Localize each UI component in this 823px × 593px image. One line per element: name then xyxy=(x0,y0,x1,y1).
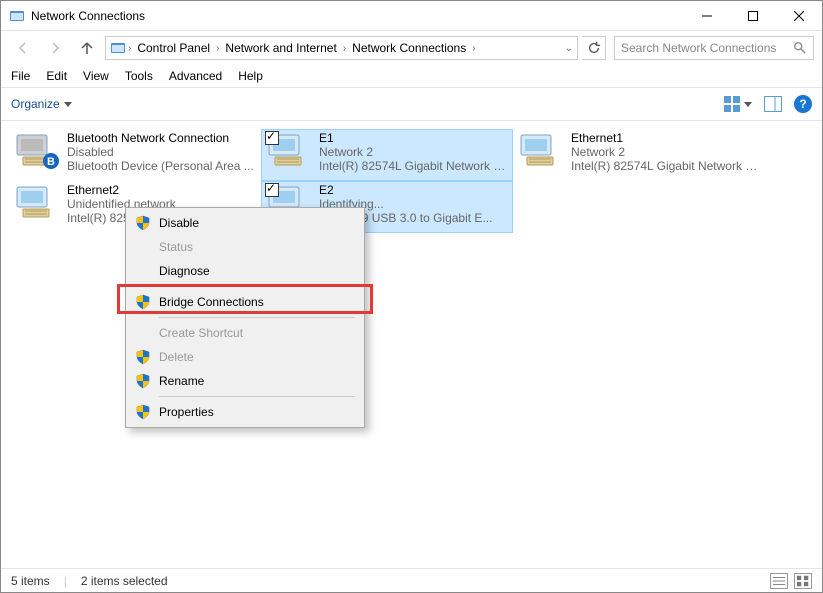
status-selected: 2 items selected xyxy=(81,574,168,588)
context-menu-item[interactable]: Rename xyxy=(129,369,361,393)
connection-name: E2 xyxy=(319,183,509,197)
close-button[interactable] xyxy=(776,1,822,31)
context-menu: Disable Status Diagnose Bridge Connections… xyxy=(125,207,365,428)
breadcrumb-seg-1[interactable]: Network and Internet xyxy=(221,41,340,55)
content-area: B Bluetooth Network Connection Disabled … xyxy=(1,121,822,573)
connection-status: Disabled xyxy=(67,145,257,159)
context-menu-item[interactable]: Bridge Connections xyxy=(129,290,361,314)
window-controls xyxy=(684,1,822,31)
command-bar: Organize ? xyxy=(1,87,822,121)
connection-name: Bluetooth Network Connection xyxy=(67,131,257,145)
large-icons-view-button[interactable] xyxy=(794,573,812,589)
context-menu-item: Delete xyxy=(129,345,361,369)
status-bar: 5 items | 2 items selected xyxy=(1,568,822,592)
menu-separator xyxy=(159,286,355,287)
search-input[interactable]: Search Network Connections xyxy=(614,36,814,60)
refresh-button[interactable] xyxy=(582,36,606,60)
connection-name: Ethernet2 xyxy=(67,183,257,197)
menu-separator xyxy=(159,317,355,318)
minimize-button[interactable] xyxy=(684,1,730,31)
shield-icon xyxy=(135,215,151,231)
chevron-right-icon: › xyxy=(472,43,475,54)
connection-status: Network 2 xyxy=(319,145,509,159)
chevron-right-icon: › xyxy=(128,43,131,54)
maximize-button[interactable] xyxy=(730,1,776,31)
preview-pane-button[interactable] xyxy=(764,96,782,112)
shield-icon xyxy=(135,294,151,310)
adapter-icon xyxy=(517,131,565,171)
forward-button[interactable] xyxy=(41,34,69,62)
context-menu-label: Bridge Connections xyxy=(159,295,264,309)
shield-icon xyxy=(135,349,151,365)
svg-text:B: B xyxy=(47,156,55,168)
context-menu-label: Delete xyxy=(159,350,194,364)
adapter-icon xyxy=(13,183,61,223)
status-count: 5 items xyxy=(11,574,50,588)
address-dropdown-icon[interactable]: ⌄ xyxy=(565,43,573,54)
chevron-right-icon: › xyxy=(343,43,346,54)
breadcrumb-seg-0[interactable]: Control Panel xyxy=(133,41,214,55)
context-menu-label: Create Shortcut xyxy=(159,326,243,340)
menubar: File Edit View Tools Advanced Help xyxy=(1,65,822,87)
window-title: Network Connections xyxy=(31,9,684,23)
connection-device: Bluetooth Device (Personal Area ... xyxy=(67,159,257,173)
details-view-button[interactable] xyxy=(770,573,788,589)
help-icon[interactable]: ? xyxy=(794,95,812,113)
menu-file[interactable]: File xyxy=(11,69,30,83)
connection-name: Ethernet1 xyxy=(571,131,761,145)
context-menu-label: Properties xyxy=(159,405,214,419)
connection-name: E1 xyxy=(319,131,509,145)
context-menu-item: Status xyxy=(129,235,361,259)
chevron-down-icon xyxy=(744,102,752,107)
back-button[interactable] xyxy=(9,34,37,62)
connection-device: Intel(R) 82574L Gigabit Network C... xyxy=(571,159,761,173)
organize-label: Organize xyxy=(11,97,60,111)
chevron-down-icon xyxy=(64,102,72,107)
search-placeholder: Search Network Connections xyxy=(621,41,793,55)
organize-button[interactable]: Organize xyxy=(11,97,72,111)
adapter-icon xyxy=(265,131,313,171)
context-menu-label: Disable xyxy=(159,216,199,230)
checkbox-icon xyxy=(265,131,279,145)
context-menu-label: Diagnose xyxy=(159,264,210,278)
context-menu-item: Create Shortcut xyxy=(129,321,361,345)
address-bar: › Control Panel › Network and Internet ›… xyxy=(1,31,822,65)
breadcrumb-seg-2[interactable]: Network Connections xyxy=(348,41,470,55)
context-menu-item[interactable]: Disable xyxy=(129,211,361,235)
connection-item[interactable]: Ethernet1 Network 2 Intel(R) 82574L Giga… xyxy=(513,129,765,181)
window-icon xyxy=(9,8,25,24)
menu-advanced[interactable]: Advanced xyxy=(169,69,222,83)
adapter-icon: B xyxy=(13,131,61,171)
connection-status: Network 2 xyxy=(571,145,761,159)
breadcrumb-icon xyxy=(110,40,126,56)
chevron-right-icon: › xyxy=(216,43,219,54)
up-button[interactable] xyxy=(73,34,101,62)
breadcrumb[interactable]: › Control Panel › Network and Internet ›… xyxy=(105,36,578,60)
search-icon xyxy=(793,41,807,55)
titlebar: Network Connections xyxy=(1,1,822,31)
context-menu-item[interactable]: Diagnose xyxy=(129,259,361,283)
menu-view[interactable]: View xyxy=(83,69,109,83)
connection-device: Intel(R) 82574L Gigabit Network C... xyxy=(319,159,509,173)
menu-separator xyxy=(159,396,355,397)
context-menu-label: Rename xyxy=(159,374,204,388)
context-menu-label: Status xyxy=(159,240,193,254)
connection-item[interactable]: E1 Network 2 Intel(R) 82574L Gigabit Net… xyxy=(261,129,513,181)
checkbox-icon xyxy=(265,183,279,197)
context-menu-item[interactable]: Properties xyxy=(129,400,361,424)
connection-item[interactable]: B Bluetooth Network Connection Disabled … xyxy=(9,129,261,181)
shield-icon xyxy=(135,373,151,389)
menu-edit[interactable]: Edit xyxy=(46,69,67,83)
shield-icon xyxy=(135,404,151,420)
menu-tools[interactable]: Tools xyxy=(125,69,153,83)
view-mode-button[interactable] xyxy=(724,96,752,112)
menu-help[interactable]: Help xyxy=(238,69,263,83)
